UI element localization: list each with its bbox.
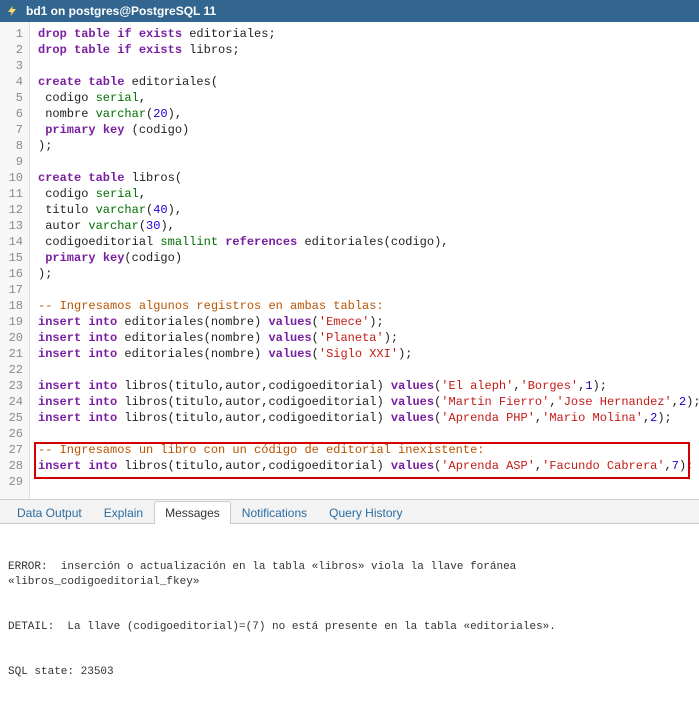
- code-line[interactable]: codigoeditorial smallint references edit…: [38, 234, 699, 250]
- tab-explain[interactable]: Explain: [93, 501, 154, 524]
- code-line[interactable]: primary key(codigo): [38, 250, 699, 266]
- code-line[interactable]: [38, 154, 699, 170]
- line-number: 17: [4, 282, 23, 298]
- code-line[interactable]: insert into libros(titulo,autor,codigoed…: [38, 410, 699, 426]
- line-number: 23: [4, 378, 23, 394]
- line-number: 13: [4, 218, 23, 234]
- line-number: 3: [4, 58, 23, 74]
- output-tabs: Data OutputExplainMessagesNotificationsQ…: [0, 500, 699, 524]
- code-line[interactable]: [38, 58, 699, 74]
- messages-panel: ERROR: inserción o actualización en la t…: [0, 524, 699, 701]
- code-line[interactable]: drop table if exists editoriales;: [38, 26, 699, 42]
- line-number: 9: [4, 154, 23, 170]
- code-line[interactable]: [38, 426, 699, 442]
- line-number: 6: [4, 106, 23, 122]
- line-number: 1: [4, 26, 23, 42]
- code-line[interactable]: create table editoriales(: [38, 74, 699, 90]
- line-number: 27: [4, 442, 23, 458]
- line-number: 12: [4, 202, 23, 218]
- code-line[interactable]: primary key (codigo): [38, 122, 699, 138]
- state-line: SQL state: 23503: [8, 665, 691, 680]
- line-number: 18: [4, 298, 23, 314]
- code-line[interactable]: insert into editoriales(nombre) values('…: [38, 330, 699, 346]
- line-number: 20: [4, 330, 23, 346]
- tab-notifications[interactable]: Notifications: [231, 501, 318, 524]
- line-number: 2: [4, 42, 23, 58]
- code-line[interactable]: autor varchar(30),: [38, 218, 699, 234]
- line-number: 10: [4, 170, 23, 186]
- tab-query-history[interactable]: Query History: [318, 501, 413, 524]
- line-number: 25: [4, 410, 23, 426]
- line-number: 8: [4, 138, 23, 154]
- sql-editor[interactable]: 1234567891011121314151617181920212223242…: [0, 22, 699, 500]
- line-number: 24: [4, 394, 23, 410]
- line-number: 21: [4, 346, 23, 362]
- line-number: 29: [4, 474, 23, 490]
- code-line[interactable]: [38, 282, 699, 298]
- code-line[interactable]: insert into libros(titulo,autor,codigoed…: [38, 378, 699, 394]
- line-number: 11: [4, 186, 23, 202]
- line-number: 28: [4, 458, 23, 474]
- code-line[interactable]: titulo varchar(40),: [38, 202, 699, 218]
- code-line[interactable]: insert into editoriales(nombre) values('…: [38, 346, 699, 362]
- line-number: 22: [4, 362, 23, 378]
- line-number: 7: [4, 122, 23, 138]
- code-line[interactable]: codigo serial,: [38, 90, 699, 106]
- line-number: 26: [4, 426, 23, 442]
- code-line[interactable]: nombre varchar(20),: [38, 106, 699, 122]
- code-line[interactable]: -- Ingresamos un libro con un código de …: [38, 442, 699, 458]
- connection-title: bd1 on postgres@PostgreSQL 11: [26, 4, 216, 18]
- code-line[interactable]: );: [38, 266, 699, 282]
- line-number: 19: [4, 314, 23, 330]
- code-line[interactable]: insert into libros(titulo,autor,codigoed…: [38, 458, 699, 474]
- code-line[interactable]: insert into editoriales(nombre) values('…: [38, 314, 699, 330]
- tab-data-output[interactable]: Data Output: [6, 501, 93, 524]
- code-line[interactable]: insert into libros(titulo,autor,codigoed…: [38, 394, 699, 410]
- code-line[interactable]: [38, 362, 699, 378]
- code-line[interactable]: );: [38, 138, 699, 154]
- line-number-gutter: 1234567891011121314151617181920212223242…: [0, 22, 30, 499]
- line-number: 5: [4, 90, 23, 106]
- detail-line: DETAIL: La llave (codigoeditorial)=(7) n…: [8, 620, 691, 635]
- code-line[interactable]: drop table if exists libros;: [38, 42, 699, 58]
- code-line[interactable]: -- Ingresamos algunos registros en ambas…: [38, 298, 699, 314]
- line-number: 15: [4, 250, 23, 266]
- line-number: 16: [4, 266, 23, 282]
- code-area[interactable]: drop table if exists editoriales;drop ta…: [30, 22, 699, 499]
- titlebar: bd1 on postgres@PostgreSQL 11: [0, 0, 699, 22]
- bolt-icon: [4, 3, 20, 19]
- code-line[interactable]: codigo serial,: [38, 186, 699, 202]
- code-line[interactable]: [38, 474, 699, 490]
- tab-messages[interactable]: Messages: [154, 501, 231, 524]
- line-number: 14: [4, 234, 23, 250]
- line-number: 4: [4, 74, 23, 90]
- error-line: ERROR: inserción o actualización en la t…: [8, 560, 691, 590]
- code-line[interactable]: create table libros(: [38, 170, 699, 186]
